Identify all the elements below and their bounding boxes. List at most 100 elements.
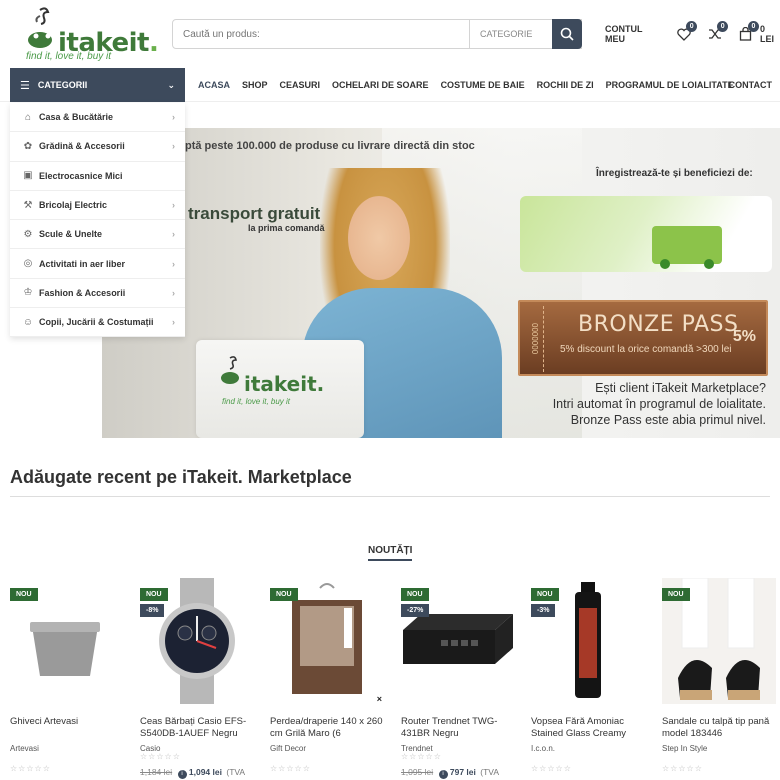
product-card[interactable]: NOU Ghiveci Artevasi Artevasi ☆☆☆☆☆ xyxy=(10,578,124,780)
category-item-copii[interactable]: ☺ Copii, Jucării & Costumații › xyxy=(10,308,185,338)
chevron-right-icon: › xyxy=(172,200,175,211)
cart-total: 0 LEI xyxy=(759,24,774,44)
loyalty-line: Intri automat în programul de loialitate… xyxy=(552,397,766,411)
product-name[interactable]: Ghiveci Artevasi xyxy=(10,716,124,728)
product-name[interactable]: Ceas Bărbați Casio EFS-S540DB-1AUEF Negr… xyxy=(140,716,254,740)
nav-links: ACASA SHOP CEASURI OCHELARI DE SOARE COS… xyxy=(198,68,734,102)
category-item-fashion[interactable]: ♔ Fashion & Accesorii › xyxy=(10,279,185,309)
product-image[interactable]: NOU xyxy=(662,578,776,704)
lemur-logo-icon xyxy=(221,356,239,384)
chevron-down-icon: ⌄ xyxy=(167,79,175,90)
nav-link-loialitate[interactable]: PROGRAMUL DE LOIALITATE xyxy=(606,80,734,90)
bronze-pass-title: BRONZE PASS xyxy=(578,312,739,337)
product-brand[interactable]: Artevasi xyxy=(10,744,39,753)
new-badge: NOU xyxy=(270,588,298,601)
category-label: Activitati in aer liber xyxy=(39,258,126,269)
chevron-right-icon: › xyxy=(172,112,175,123)
nav-link-contact[interactable]: CONTACT xyxy=(729,68,772,102)
product-name[interactable]: Sandale cu talpă tip pană model 183446 xyxy=(662,716,776,740)
header-actions: CONTUL MEU 0 0 0 0 LEI xyxy=(605,21,780,46)
nav-link-shop[interactable]: SHOP xyxy=(242,80,268,90)
category-item-aer-liber[interactable]: ◎ Activitati in aer liber › xyxy=(10,249,185,279)
category-label: Scule & Unelte xyxy=(39,229,103,240)
ticket-stub: 0000000 xyxy=(526,306,544,372)
info-icon[interactable]: i xyxy=(438,770,448,779)
drill-icon: ⚒ xyxy=(23,199,33,211)
tools-icon: ⚙ xyxy=(23,228,33,240)
category-item-scule[interactable]: ⚙ Scule & Unelte › xyxy=(10,220,185,250)
site-logo[interactable]: itakeit. find it, love it, buy it xyxy=(26,6,159,62)
nav-link-ochelari[interactable]: OCHELARI DE SOARE xyxy=(332,80,429,90)
category-label: Bricolaj Electric xyxy=(39,200,108,211)
current-price: 1,094 lei xyxy=(188,767,222,777)
product-image[interactable]: NOU -27% xyxy=(401,578,515,704)
product-brand[interactable]: Step In Style xyxy=(662,744,707,753)
chevron-right-icon: › xyxy=(172,287,175,298)
category-label: Casa & Bucătărie xyxy=(39,112,114,123)
main-nav: ☰ CATEGORII ⌄ ACASA SHOP CEASURI OCHELAR… xyxy=(0,68,780,102)
nav-link-costume-baie[interactable]: COSTUME DE BAIE xyxy=(441,80,525,90)
bronze-pass-ticket: 0000000 BRONZE PASS 5% discount la orice… xyxy=(518,300,768,376)
product-name[interactable]: Perdea/draperie 140 x 260 cm Grilă Maro … xyxy=(270,716,384,740)
banner-laptop-image: itakeit. find it, love it, buy it xyxy=(196,340,364,438)
current-price: 797 lei xyxy=(449,767,476,777)
categories-dropdown: ⌂ Casa & Bucătărie › ✿ Grădină & Accesor… xyxy=(10,103,185,338)
category-item-electrocasnice[interactable]: ▣ Electrocasnice Mici xyxy=(10,162,185,191)
product-brand[interactable]: Gift Decor xyxy=(270,744,306,753)
vat-note: (TVA xyxy=(480,767,499,777)
account-link[interactable]: CONTUL MEU xyxy=(605,24,661,44)
register-promo-text: Înregistrează-te și beneficiezi de: xyxy=(596,168,753,179)
search-button[interactable] xyxy=(552,19,582,49)
product-card[interactable]: NOU -3% Vopsea Fără Amoniac Stained Glas… xyxy=(531,578,645,780)
categories-toggle-button[interactable]: ☰ CATEGORII ⌄ xyxy=(10,68,185,102)
cart-button[interactable]: 0 0 LEI xyxy=(737,21,780,44)
search-icon xyxy=(560,27,574,41)
loyalty-text: Ești client iTakeit Marketplace? Intri a… xyxy=(553,380,766,428)
appliance-icon: ▣ xyxy=(23,170,33,182)
product-image[interactable]: NOU xyxy=(10,578,124,704)
search-input[interactable] xyxy=(173,20,469,48)
tab-noutati[interactable]: NOUTĂȚI xyxy=(368,545,413,561)
product-name[interactable]: Vopsea Fără Amoniac Stained Glass Creamy xyxy=(531,716,645,740)
wishlist-button[interactable]: 0 xyxy=(675,21,698,43)
info-icon[interactable]: i xyxy=(177,770,187,779)
product-image[interactable]: NOU -8% xyxy=(140,578,254,704)
product-name[interactable]: Router Trendnet TWG-431BR Negru xyxy=(401,716,515,740)
nav-link-rochii[interactable]: ROCHII DE ZI xyxy=(537,80,594,90)
product-image[interactable]: NOU × xyxy=(270,578,384,704)
outdoor-icon: ◎ xyxy=(23,258,33,270)
rating-stars: ☆☆☆☆☆ xyxy=(401,752,442,761)
close-icon[interactable]: × xyxy=(377,694,382,704)
product-card[interactable]: NOU × Perdea/draperie 140 x 260 cm Grilă… xyxy=(270,578,384,780)
product-card[interactable]: NOU Sandale cu talpă tip pană model 1834… xyxy=(662,578,776,780)
site-header: itakeit. find it, love it, buy it CATEGO… xyxy=(0,0,780,68)
nav-link-acasa[interactable]: ACASA xyxy=(198,80,230,90)
category-item-bricolaj[interactable]: ⚒ Bricolaj Electric › xyxy=(10,191,185,221)
cart-count-badge: 0 xyxy=(747,21,759,32)
chevron-right-icon: › xyxy=(172,229,175,240)
hamburger-icon: ☰ xyxy=(20,79,30,92)
house-icon: ⌂ xyxy=(24,111,32,123)
product-image[interactable]: NOU -3% xyxy=(531,578,645,704)
product-card[interactable]: NOU -8% Ceas Bărbați Casio EFS-S540DB-1A… xyxy=(140,578,254,780)
chevron-right-icon: › xyxy=(172,258,175,269)
hero-banner[interactable]: ptă peste 100.000 de produse cu livrare … xyxy=(102,128,780,438)
free-shipping-promo xyxy=(520,168,772,272)
rating-stars: ☆☆☆☆☆ xyxy=(270,764,311,773)
categories-label: CATEGORII xyxy=(37,80,88,90)
category-label: Electrocasnice Mici xyxy=(39,170,123,181)
product-grid: NOU Ghiveci Artevasi Artevasi ☆☆☆☆☆ NOU … xyxy=(10,578,780,780)
free-shipping-subtitle: la prima comandă xyxy=(248,223,325,233)
category-label: Grădină & Accesorii xyxy=(39,141,125,152)
new-badge: NOU xyxy=(662,588,690,601)
promo-card xyxy=(520,196,772,272)
compare-button[interactable]: 0 xyxy=(706,21,729,43)
product-price: 1,095 lei i 797 lei (TVA xyxy=(401,767,499,779)
category-label: Fashion & Accesorii xyxy=(39,287,126,298)
product-brand[interactable]: I.c.o.n. xyxy=(531,744,555,753)
product-card[interactable]: NOU -27% Router Trendnet TWG-431BR Negru… xyxy=(401,578,515,780)
nav-link-ceasuri[interactable]: CEASURI xyxy=(280,80,321,90)
loyalty-line: Bronze Pass este abia primul nivel. xyxy=(570,413,766,427)
category-item-gradina[interactable]: ✿ Grădină & Accesorii › xyxy=(10,132,185,162)
category-item-casa[interactable]: ⌂ Casa & Bucătărie › xyxy=(10,103,185,133)
